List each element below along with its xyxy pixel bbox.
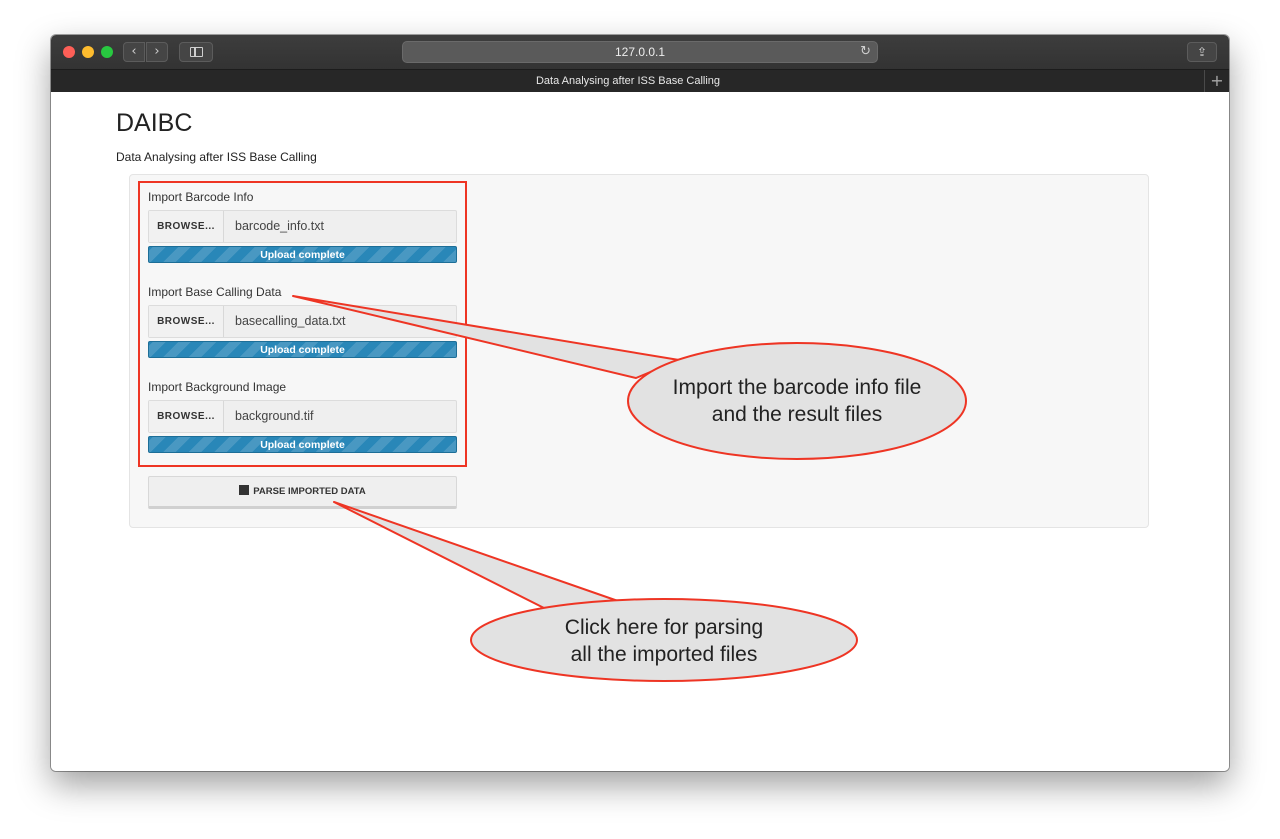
callout-2-pointer	[333, 501, 619, 609]
callout-1-pointer	[292, 295, 680, 379]
callout-2-text: Click here for parsing all the imported …	[564, 616, 764, 666]
callout-1-text: Import the barcode info file and the res…	[672, 376, 922, 426]
